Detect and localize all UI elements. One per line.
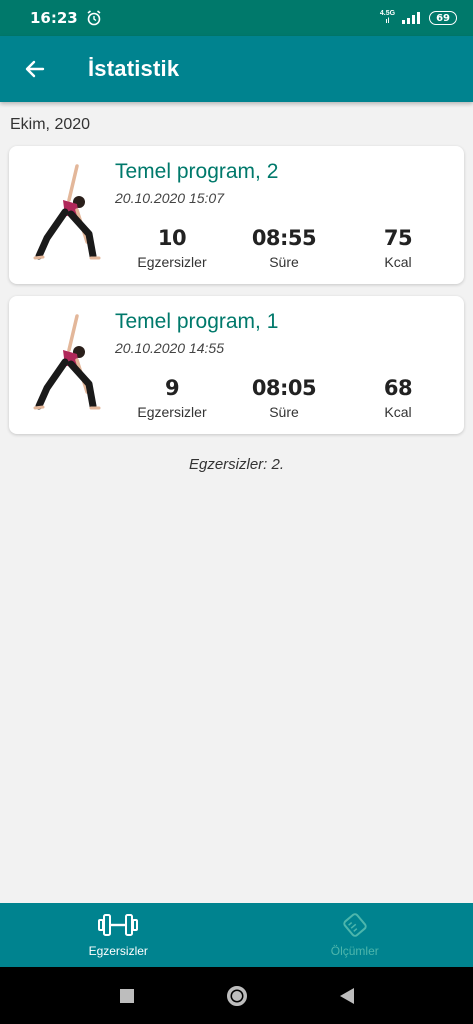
battery-icon: 69 — [429, 11, 457, 25]
stat-exercises: 9 Egzersizler — [117, 376, 227, 420]
exercises-label: Egzersizler — [137, 254, 207, 270]
status-right: 4.5G ıl 69 — [380, 10, 457, 26]
recents-button[interactable] — [115, 984, 139, 1008]
exercises-value: 9 — [164, 376, 180, 400]
status-time: 16:23 — [30, 9, 78, 27]
month-label: Ekim, 2020 — [10, 116, 91, 133]
circle-icon — [226, 985, 247, 1006]
square-icon — [119, 988, 134, 1003]
session-datetime: 20.10.2020 15:07 — [115, 190, 224, 206]
back-nav-button[interactable] — [335, 984, 359, 1008]
status-left: 16:23 — [30, 9, 102, 27]
kcal-value: 75 — [383, 226, 413, 250]
stat-kcal: 75 Kcal — [343, 226, 453, 270]
alarm-icon — [87, 10, 101, 26]
nav-item-measurements[interactable]: Ölçümler — [237, 903, 473, 967]
nav-label-exercises: Egzersizler — [88, 944, 148, 958]
exercises-label: Egzersizler — [137, 404, 207, 420]
status-bar: 16:23 4.5G ıl 69 — [0, 0, 473, 36]
network-signal-text: ıl — [385, 18, 390, 25]
signal-icon — [402, 12, 421, 24]
stat-exercises: 10 Egzersizler — [117, 226, 227, 270]
system-nav-bar — [0, 967, 473, 1024]
stat-kcal: 68 Kcal — [343, 376, 453, 420]
page-title: İstatistik — [88, 56, 180, 81]
stat-duration: 08:05 Süre — [229, 376, 339, 420]
tape-measure-icon — [343, 913, 367, 937]
back-button[interactable] — [0, 36, 70, 102]
kcal-label: Kcal — [384, 404, 412, 420]
home-button[interactable] — [225, 984, 249, 1008]
exercises-summary: Egzersizler: 2. — [188, 456, 285, 473]
yoga-pose-image — [33, 314, 101, 410]
network-type: 4.5G — [379, 10, 396, 17]
exercises-value: 10 — [157, 226, 187, 250]
session-datetime: 20.10.2020 14:55 — [115, 340, 224, 356]
nav-label-measurements: Ölçümler — [330, 944, 379, 958]
yoga-pose-image — [33, 164, 101, 260]
bottom-nav: Egzersizler Ölçümler — [0, 903, 473, 967]
nav-item-exercises[interactable]: Egzersizler — [0, 903, 237, 967]
kcal-label: Kcal — [384, 254, 412, 270]
triangle-back-icon — [339, 987, 354, 1004]
duration-value: 08:05 — [251, 376, 317, 400]
back-arrow-icon — [25, 60, 45, 78]
app-bar: İstatistik — [0, 36, 473, 102]
kcal-value: 68 — [383, 376, 413, 400]
duration-label: Süre — [269, 254, 299, 270]
network-indicator: 4.5G ıl — [380, 10, 395, 26]
duration-value: 08:55 — [251, 226, 317, 250]
stat-duration: 08:55 Süre — [229, 226, 339, 270]
dumbbell-icon — [98, 914, 139, 936]
duration-label: Süre — [269, 404, 299, 420]
battery-level: 69 — [436, 12, 450, 24]
session-card[interactable]: Temel program, 1 20.10.2020 14:55 9 Egze… — [9, 296, 464, 434]
session-card[interactable]: Temel program, 2 20.10.2020 15:07 10 Egz… — [9, 146, 464, 284]
session-title: Temel program, 2 — [115, 160, 279, 183]
session-title: Temel program, 1 — [115, 310, 279, 333]
